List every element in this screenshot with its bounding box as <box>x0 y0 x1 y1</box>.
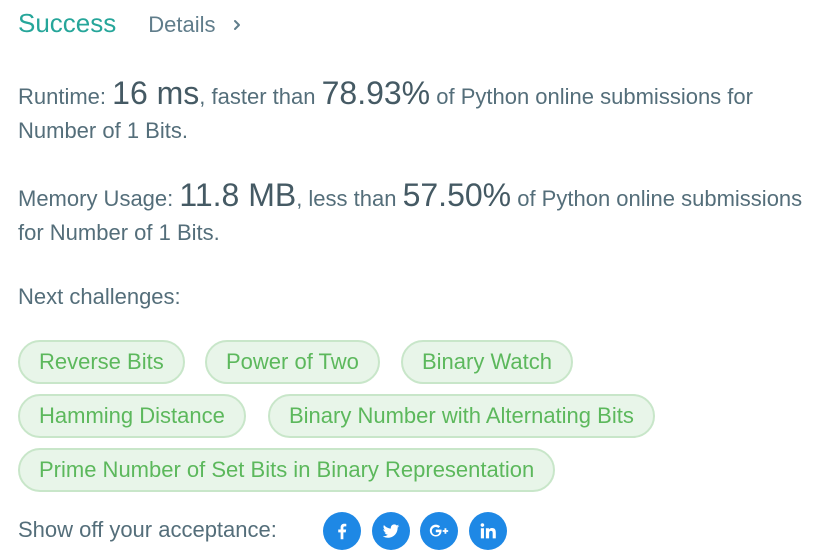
share-twitter-button[interactable] <box>372 512 410 550</box>
challenge-hamming-distance[interactable]: Hamming Distance <box>18 394 246 438</box>
challenge-binary-watch[interactable]: Binary Watch <box>401 340 574 384</box>
challenge-binary-number-alternating-bits[interactable]: Binary Number with Alternating Bits <box>268 394 655 438</box>
facebook-icon <box>338 523 347 540</box>
submission-status-row: Success Details <box>18 8 244 39</box>
memory-prefix: Memory Usage: <box>18 186 180 211</box>
google-plus-icon <box>429 524 449 537</box>
details-label: Details <box>148 12 216 37</box>
share-linkedin-button[interactable] <box>469 512 507 550</box>
challenge-power-of-two[interactable]: Power of Two <box>205 340 380 384</box>
runtime-middle: , faster than <box>199 84 322 109</box>
twitter-icon <box>382 524 400 538</box>
share-facebook-button[interactable] <box>323 512 361 550</box>
memory-value: 11.8 MB <box>179 177 297 213</box>
share-label: Show off your acceptance: <box>18 517 277 542</box>
details-link[interactable]: Details <box>148 12 243 38</box>
memory-middle: , less than <box>296 186 403 211</box>
chevron-right-icon <box>233 20 240 30</box>
memory-summary: Memory Usage: 11.8 MB, less than 57.50% … <box>18 178 833 250</box>
runtime-prefix: Runtime: <box>18 84 113 109</box>
challenge-prime-set-bits[interactable]: Prime Number of Set Bits in Binary Repre… <box>18 448 556 492</box>
runtime-percentile: 78.93% <box>321 75 431 111</box>
status-label: Success <box>18 8 117 38</box>
runtime-summary: Runtime: 16 ms, faster than 78.93% of Py… <box>18 76 833 148</box>
runtime-value: 16 ms <box>112 75 200 111</box>
memory-percentile: 57.50% <box>402 177 512 213</box>
linkedin-icon <box>480 523 496 539</box>
next-challenges-label: Next challenges: <box>18 284 181 309</box>
challenge-reverse-bits[interactable]: Reverse Bits <box>18 340 185 384</box>
share-google-plus-button[interactable] <box>420 512 458 550</box>
